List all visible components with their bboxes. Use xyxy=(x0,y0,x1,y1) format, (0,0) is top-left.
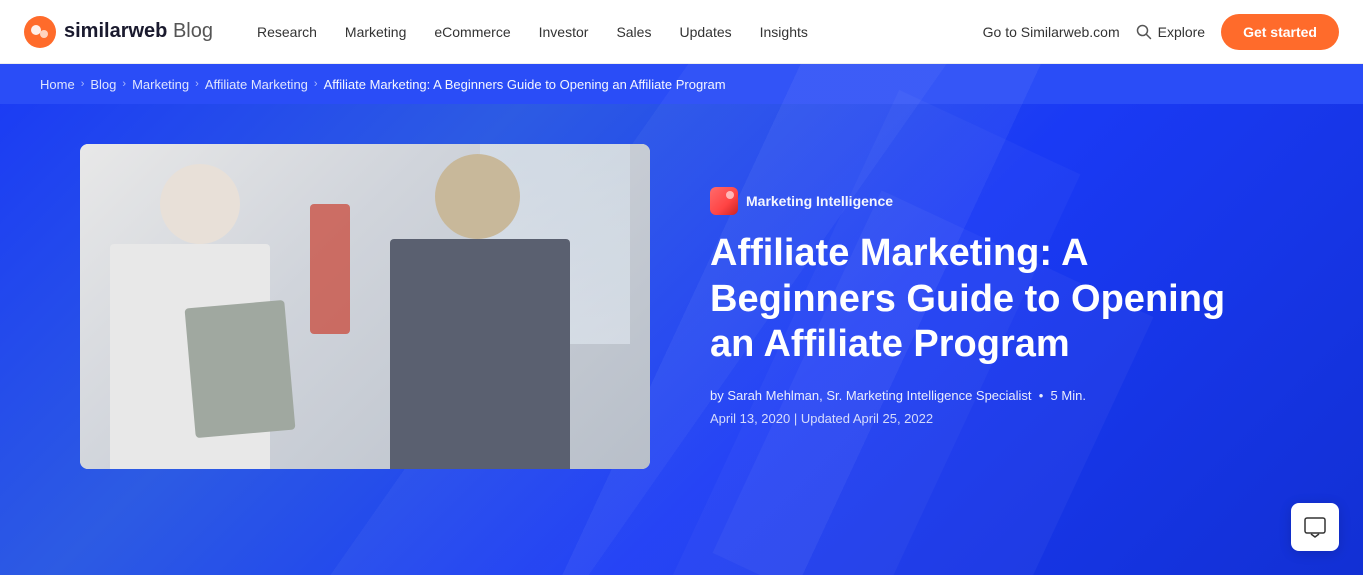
chat-icon xyxy=(1303,515,1327,539)
logo-wordmark: similarweb Blog xyxy=(64,20,213,43)
man-suit xyxy=(390,239,570,469)
breadcrumb-blog[interactable]: Blog xyxy=(90,77,116,92)
image-placeholder xyxy=(80,144,650,469)
logo-icon xyxy=(24,16,56,48)
breadcrumb-bar: Home › Blog › Marketing › Affiliate Mark… xyxy=(0,64,1363,104)
nav-right: Go to Similarweb.com Explore Get started xyxy=(983,14,1339,50)
navbar: similarweb Blog Research Marketing eComm… xyxy=(0,0,1363,64)
logo[interactable]: similarweb Blog xyxy=(24,16,213,48)
head-man xyxy=(435,154,520,239)
breadcrumb-marketing[interactable]: Marketing xyxy=(132,77,189,92)
article-date: April 13, 2020 | Updated April 25, 2022 xyxy=(710,411,1323,426)
nav-item-research[interactable]: Research xyxy=(245,16,329,48)
bg-person xyxy=(310,204,350,334)
article-title: Affiliate Marketing: A Beginners Guide t… xyxy=(710,231,1270,368)
nav-links: Research Marketing eCommerce Investor Sa… xyxy=(245,16,983,48)
chat-widget[interactable] xyxy=(1291,503,1339,551)
go-to-similarweb-link[interactable]: Go to Similarweb.com xyxy=(983,24,1120,40)
breadcrumb-sep-3: › xyxy=(195,78,199,90)
article-hero-image xyxy=(80,144,650,469)
nav-item-insights[interactable]: Insights xyxy=(748,16,820,48)
breadcrumb-current: Affiliate Marketing: A Beginners Guide t… xyxy=(324,77,726,92)
explore-label: Explore xyxy=(1158,24,1205,40)
category-icon xyxy=(710,187,738,215)
nav-item-ecommerce[interactable]: eCommerce xyxy=(422,16,522,48)
article-info: Marketing Intelligence Affiliate Marketi… xyxy=(710,187,1323,426)
breadcrumb-home[interactable]: Home xyxy=(40,77,75,92)
get-started-button[interactable]: Get started xyxy=(1221,14,1339,50)
article-author: by Sarah Mehlman, Sr. Marketing Intellig… xyxy=(710,388,1323,403)
nav-item-updates[interactable]: Updates xyxy=(667,16,743,48)
clipboard xyxy=(185,300,296,438)
nav-item-sales[interactable]: Sales xyxy=(604,16,663,48)
head-woman xyxy=(160,164,240,244)
category-label: Marketing Intelligence xyxy=(746,193,893,209)
hero-section: Home › Blog › Marketing › Affiliate Mark… xyxy=(0,64,1363,575)
breadcrumb-affiliate-marketing[interactable]: Affiliate Marketing xyxy=(205,77,308,92)
category-badge: Marketing Intelligence xyxy=(710,187,893,215)
search-icon xyxy=(1136,24,1152,40)
hero-content: Marketing Intelligence Affiliate Marketi… xyxy=(0,104,1363,519)
nav-item-investor[interactable]: Investor xyxy=(527,16,601,48)
search-area[interactable]: Explore xyxy=(1136,24,1205,40)
breadcrumb-sep-2: › xyxy=(122,78,126,90)
breadcrumb-sep-1: › xyxy=(81,78,85,90)
breadcrumb: Home › Blog › Marketing › Affiliate Mark… xyxy=(40,77,726,92)
breadcrumb-sep-4: › xyxy=(314,78,318,90)
nav-item-marketing[interactable]: Marketing xyxy=(333,16,418,48)
